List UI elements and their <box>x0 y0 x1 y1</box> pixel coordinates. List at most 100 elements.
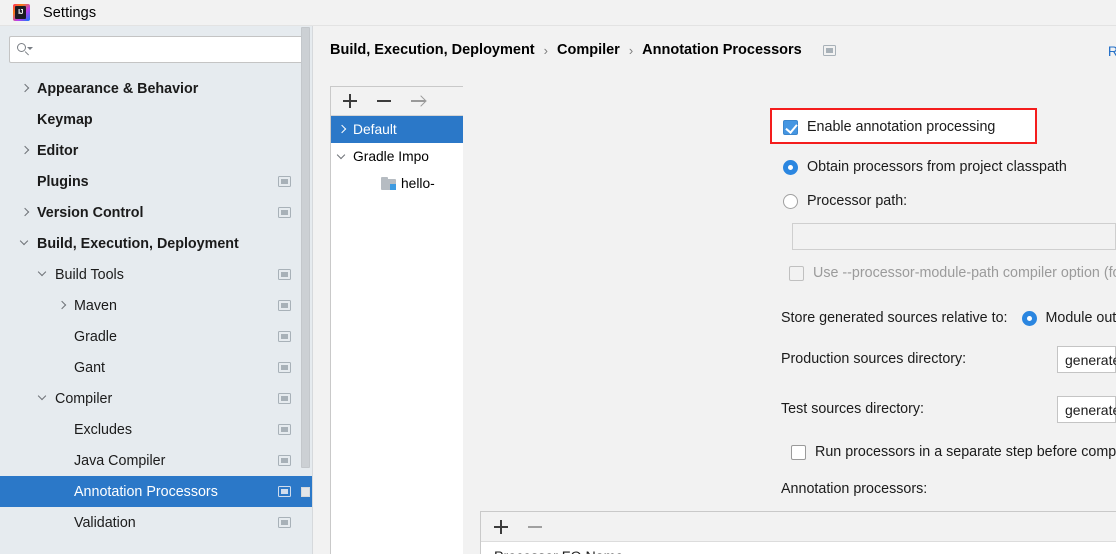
obtain-from-classpath-label: Obtain processors from project classpath <box>807 159 1067 175</box>
sidebar-item-excludes[interactable]: Excludes <box>0 414 313 445</box>
sidebar-item-label: Gant <box>74 359 105 376</box>
processor-path-row[interactable]: Processor path: <box>783 193 907 209</box>
test-sources-value: generated_tests <box>1065 401 1116 418</box>
sidebar-item-build-execution-deployment[interactable]: Build, Execution, Deployment <box>0 228 313 259</box>
enable-annotation-processing-checkbox[interactable] <box>783 119 798 135</box>
profile-row-label: hello- <box>401 176 435 191</box>
sidebar-item-version-control[interactable]: Version Control <box>0 197 313 228</box>
sidebar-item-plugins[interactable]: Plugins <box>0 166 313 197</box>
sidebar-item-annotation-processors[interactable]: Annotation Processors <box>0 476 313 507</box>
profiles-toolbar <box>331 87 463 116</box>
module-output-directory-label: Module output directory <box>1045 310 1116 326</box>
search-icon <box>17 42 33 57</box>
sidebar-item-label: Keymap <box>37 111 93 128</box>
profile-row[interactable]: Gradle Impo <box>331 143 463 170</box>
processor-path-input[interactable] <box>792 223 1116 250</box>
sidebar-item-label: Compiler <box>55 390 113 407</box>
chevron-right-icon[interactable] <box>20 83 31 94</box>
project-scope-icon <box>278 392 291 404</box>
breadcrumb-separator: › <box>543 42 548 58</box>
project-scope-icon <box>278 454 291 466</box>
sidebar-item-label: Build Tools <box>55 266 124 283</box>
sidebar-item-build-tools[interactable]: Build Tools <box>0 259 313 290</box>
annotation-processors-label-row: Annotation processors: <box>781 481 927 497</box>
settings-main-panel: Build, Execution, Deployment › Compiler … <box>313 26 1116 554</box>
module-folder-icon <box>381 177 396 190</box>
move-to-profile-button[interactable] <box>411 94 425 108</box>
sidebar-item-label: Java Compiler <box>74 452 166 469</box>
sidebar-item-maven[interactable]: Maven <box>0 290 313 321</box>
annotation-processors-table: Processor FQ Name <box>480 511 1116 554</box>
search-box[interactable] <box>9 36 304 63</box>
project-scope-icon <box>278 485 291 497</box>
window-title: Settings <box>43 4 97 21</box>
chevron-down-icon[interactable] <box>37 267 49 280</box>
sidebar-item-label: Validation <box>74 514 136 531</box>
profiles-list: Default Gradle Impo hello- <box>331 116 463 197</box>
separate-step-label: Run processors in a separate step before… <box>815 444 1116 460</box>
chevron-down-icon[interactable] <box>19 236 31 249</box>
chevron-right-icon[interactable] <box>20 145 31 156</box>
sidebar-item-validation[interactable]: Validation <box>0 507 313 538</box>
processor-path-radio[interactable] <box>783 193 798 209</box>
processor-module-path-checkbox <box>789 265 804 281</box>
remove-profile-button[interactable] <box>377 94 391 108</box>
breadcrumb-item-1[interactable]: Compiler <box>557 42 620 58</box>
project-scope-icon <box>822 44 836 56</box>
chevron-right-icon[interactable] <box>336 124 348 136</box>
chevron-down-icon[interactable] <box>336 150 348 163</box>
sidebar-item-label: Plugins <box>37 173 89 190</box>
reset-link[interactable]: R <box>1108 43 1116 59</box>
search-input[interactable] <box>36 42 296 57</box>
sidebar-item-gradle[interactable]: Gradle <box>0 321 313 352</box>
breadcrumb-item-0[interactable]: Build, Execution, Deployment <box>330 42 535 58</box>
breadcrumb-item-2: Annotation Processors <box>642 42 802 58</box>
sidebar-item-label: Annotation Processors <box>74 483 218 500</box>
processor-module-path-row: Use --processor-module-path compiler opt… <box>789 265 1116 281</box>
profiles-panel: Default Gradle Impo hello- <box>330 86 463 554</box>
chevron-right-icon[interactable] <box>57 300 68 311</box>
enable-annotation-processing-row[interactable]: Enable annotation processing <box>783 119 995 135</box>
profile-row-label: Default <box>353 122 397 137</box>
sidebar-item-editor[interactable]: Editor <box>0 135 313 166</box>
sidebar-item-appearance-behavior[interactable]: Appearance & Behavior <box>0 73 313 104</box>
obtain-from-classpath-radio[interactable] <box>783 159 798 175</box>
add-profile-button[interactable] <box>343 94 357 108</box>
sidebar-item-java-compiler[interactable]: Java Compiler <box>0 445 313 476</box>
enable-annotation-processing-label: Enable annotation processing <box>807 119 996 135</box>
obtain-from-classpath-row[interactable]: Obtain processors from project classpath <box>783 159 1067 175</box>
sidebar-scrollbar-track-end[interactable] <box>301 487 310 497</box>
profile-row[interactable]: hello- <box>331 170 463 197</box>
test-sources-label-row: Test sources directory: <box>781 401 924 417</box>
separate-step-checkbox[interactable] <box>791 444 806 460</box>
project-scope-icon <box>278 423 291 435</box>
breadcrumb-separator: › <box>628 42 634 58</box>
chevron-right-icon[interactable] <box>20 207 31 218</box>
sidebar-scrollbar-thumb[interactable] <box>301 27 310 468</box>
production-sources-label: Production sources directory: <box>781 351 967 367</box>
intellij-idea-logo-icon: IJ <box>13 4 30 21</box>
add-processor-button[interactable] <box>494 519 508 534</box>
settings-tree: Appearance & Behavior Keymap Editor Plugins… <box>0 73 313 538</box>
project-scope-icon <box>278 175 291 187</box>
chevron-down-icon[interactable] <box>37 391 49 404</box>
profile-row[interactable]: Default <box>331 116 463 143</box>
test-sources-input[interactable]: generated_tests <box>1057 396 1116 423</box>
processor-fq-name-column-header[interactable]: Processor FQ Name <box>481 542 1116 554</box>
sidebar-item-gant[interactable]: Gant <box>0 352 313 383</box>
annotation-processors-settings: Enable annotation processing Obtain proc… <box>463 86 1116 554</box>
project-scope-icon <box>278 516 291 528</box>
module-output-directory-radio[interactable] <box>1021 310 1037 326</box>
search-container <box>0 26 313 63</box>
production-sources-value: generated <box>1065 351 1116 368</box>
production-sources-input[interactable]: generated <box>1057 346 1116 373</box>
annotation-processors-toolbar <box>481 512 1116 542</box>
processor-path-label: Processor path: <box>807 193 908 209</box>
project-scope-icon <box>278 361 291 373</box>
sidebar-item-keymap[interactable]: Keymap <box>0 104 313 135</box>
sidebar-item-compiler[interactable]: Compiler <box>0 383 313 414</box>
remove-processor-button <box>528 520 542 534</box>
sidebar-scrollbar[interactable] <box>301 26 310 504</box>
processor-module-path-label: Use --processor-module-path compiler opt… <box>813 265 1116 281</box>
separate-step-row[interactable]: Run processors in a separate step before… <box>791 444 1116 460</box>
